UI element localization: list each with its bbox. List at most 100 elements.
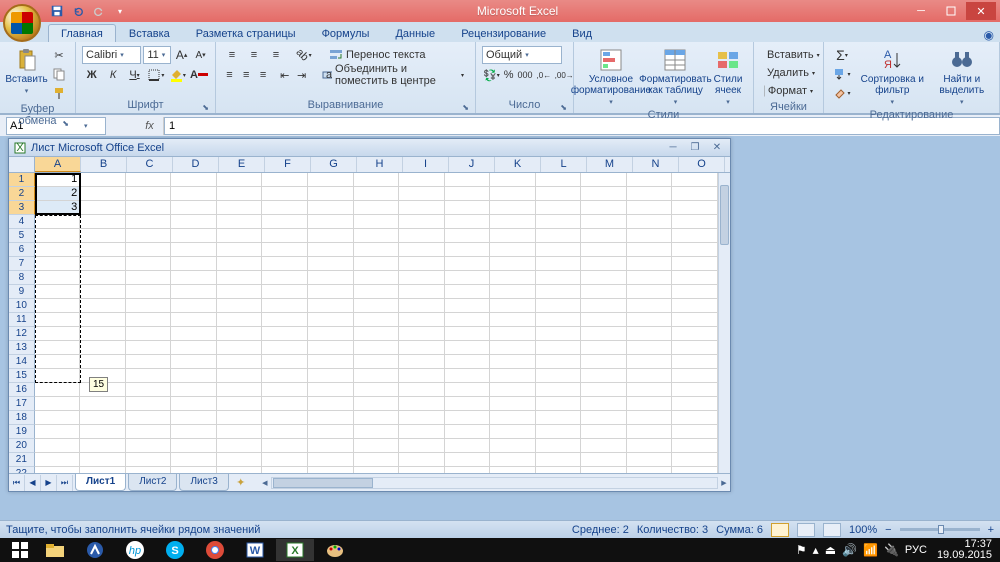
cell[interactable] <box>536 341 582 355</box>
cell[interactable] <box>217 229 263 243</box>
row-header[interactable]: 18 <box>9 411 35 425</box>
cell[interactable] <box>354 313 400 327</box>
cell[interactable] <box>672 243 718 257</box>
cell[interactable] <box>308 299 354 313</box>
tray-power-icon[interactable]: 🔌 <box>884 543 899 557</box>
cell[interactable] <box>354 411 400 425</box>
qat-customize-icon[interactable]: ▾ <box>111 2 129 20</box>
cell[interactable] <box>490 313 536 327</box>
cell[interactable] <box>399 257 445 271</box>
cell[interactable] <box>217 327 263 341</box>
cell[interactable] <box>308 243 354 257</box>
column-header[interactable]: M <box>587 157 633 172</box>
cell[interactable] <box>627 173 673 187</box>
cell[interactable] <box>217 313 263 327</box>
cell[interactable] <box>536 425 582 439</box>
cell[interactable] <box>80 215 126 229</box>
row-header[interactable]: 2 <box>9 187 35 201</box>
tray-language[interactable]: РУС <box>905 544 927 556</box>
cell[interactable]: 3 <box>35 201 81 215</box>
orientation-button[interactable]: ab▾ <box>294 46 314 64</box>
cell[interactable] <box>399 215 445 229</box>
cell[interactable] <box>490 285 536 299</box>
cell[interactable] <box>35 439 81 453</box>
comma-button[interactable]: 000 <box>517 66 534 84</box>
cell[interactable] <box>35 299 81 313</box>
font-launcher[interactable]: ⬊ <box>202 103 209 112</box>
cell[interactable] <box>308 327 354 341</box>
delete-cells-button[interactable]: Удалить ▾ <box>760 64 817 82</box>
cell[interactable] <box>171 369 217 383</box>
cell[interactable] <box>354 397 400 411</box>
cell[interactable] <box>35 271 81 285</box>
column-header[interactable]: A <box>35 157 81 172</box>
cell[interactable] <box>445 411 491 425</box>
cell[interactable] <box>354 271 400 285</box>
cell[interactable] <box>171 341 217 355</box>
cell[interactable] <box>80 285 126 299</box>
cell[interactable] <box>262 215 308 229</box>
cell[interactable] <box>262 453 308 467</box>
cell[interactable] <box>308 257 354 271</box>
cell[interactable] <box>354 369 400 383</box>
cell[interactable] <box>399 355 445 369</box>
cell[interactable] <box>80 201 126 215</box>
cell[interactable] <box>581 369 627 383</box>
column-header[interactable]: F <box>265 157 311 172</box>
cell[interactable] <box>171 397 217 411</box>
cell[interactable] <box>672 439 718 453</box>
font-name-combo[interactable]: Calibri▾ <box>82 46 141 64</box>
cell[interactable] <box>399 173 445 187</box>
cell[interactable] <box>672 341 718 355</box>
zoom-in-button[interactable]: + <box>988 524 994 536</box>
cell[interactable] <box>262 313 308 327</box>
cell[interactable] <box>536 201 582 215</box>
cell[interactable] <box>672 257 718 271</box>
tab-home[interactable]: Главная <box>48 24 116 42</box>
cell[interactable] <box>627 285 673 299</box>
select-all-corner[interactable] <box>9 157 35 172</box>
row-header[interactable]: 7 <box>9 257 35 271</box>
tray-safely-remove-icon[interactable]: ⏏ <box>825 543 836 557</box>
column-header[interactable]: L <box>541 157 587 172</box>
row-header[interactable]: 1 <box>9 173 35 187</box>
cell[interactable] <box>35 313 81 327</box>
cell[interactable] <box>217 467 263 473</box>
cell[interactable] <box>171 173 217 187</box>
cell[interactable] <box>262 173 308 187</box>
cell[interactable] <box>536 285 582 299</box>
sheet-nav-last[interactable]: ⏭ <box>57 475 73 491</box>
cell[interactable] <box>445 327 491 341</box>
cell[interactable] <box>581 383 627 397</box>
cell[interactable] <box>308 425 354 439</box>
cell[interactable] <box>399 411 445 425</box>
cell[interactable] <box>80 271 126 285</box>
cell[interactable] <box>581 397 627 411</box>
cell[interactable] <box>672 201 718 215</box>
cell[interactable] <box>536 229 582 243</box>
border-button[interactable]: ▾ <box>146 66 165 84</box>
grow-font-button[interactable]: A▴ <box>173 46 190 64</box>
row-header[interactable]: 19 <box>9 425 35 439</box>
cell[interactable] <box>217 397 263 411</box>
cell[interactable] <box>536 467 582 473</box>
cell[interactable]: 2 <box>35 187 81 201</box>
cell[interactable] <box>445 453 491 467</box>
cell[interactable] <box>627 439 673 453</box>
cell[interactable] <box>627 425 673 439</box>
cell[interactable] <box>217 369 263 383</box>
cell[interactable] <box>171 467 217 473</box>
taskbar-word[interactable]: W <box>236 539 274 561</box>
cell[interactable] <box>490 467 536 473</box>
cell[interactable] <box>672 215 718 229</box>
cell[interactable] <box>126 271 172 285</box>
cell[interactable] <box>445 173 491 187</box>
cell[interactable] <box>672 299 718 313</box>
tab-data[interactable]: Данные <box>382 24 448 42</box>
taskbar-hp[interactable]: hp <box>116 539 154 561</box>
cell[interactable] <box>262 355 308 369</box>
cell[interactable] <box>171 299 217 313</box>
tray-up-icon[interactable]: ▴ <box>813 543 819 557</box>
cell[interactable] <box>399 187 445 201</box>
cell[interactable] <box>80 411 126 425</box>
